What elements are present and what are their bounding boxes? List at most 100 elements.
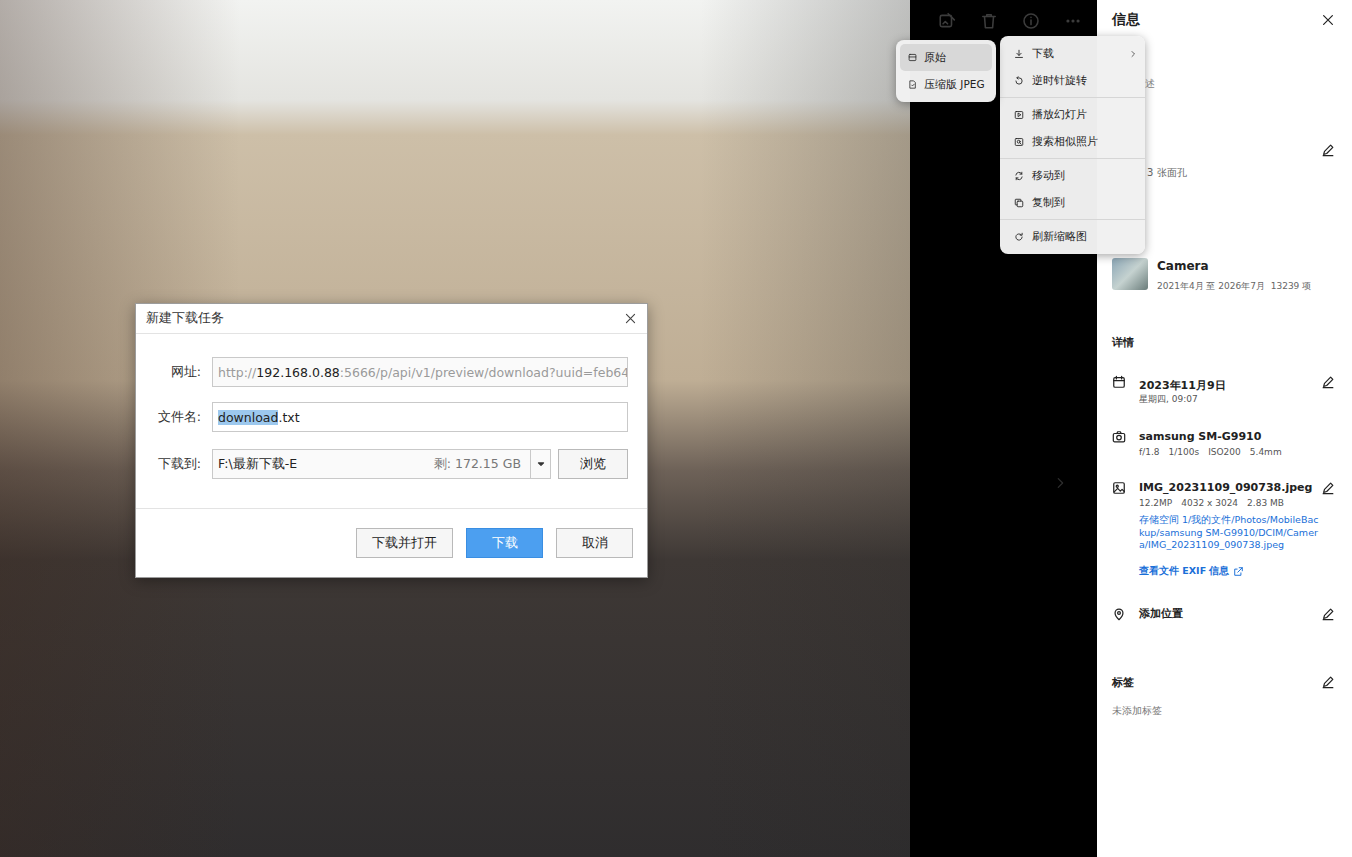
close-icon[interactable]	[1321, 13, 1335, 27]
camera-spec: f/1.8	[1139, 446, 1160, 459]
dialog-body: 网址: http://192.168.0.88:5666/p/api/v1/pre…	[136, 334, 647, 479]
copy-icon	[1014, 198, 1024, 208]
dialog-separator	[136, 508, 647, 509]
external-link-icon	[1233, 566, 1244, 577]
edit-filename-icon[interactable]	[1321, 481, 1335, 495]
file-spec: 12.2MP	[1139, 497, 1172, 510]
destination-dropdown[interactable]	[530, 450, 550, 478]
info-header: 信息	[1112, 11, 1338, 29]
refresh-icon	[1014, 232, 1024, 242]
url-host: 192.168.0.88	[256, 365, 340, 380]
filename-extension: .txt	[278, 410, 299, 425]
submenu-indicator	[1129, 76, 1137, 86]
file-spec: 2.83 MB	[1247, 497, 1284, 510]
edit-tags-icon[interactable]	[1321, 675, 1335, 689]
menu-item-label[interactable]: 逆时针旋转	[1032, 74, 1121, 88]
file-path-link[interactable]: 存储空间 1/我的文件/Photos/MobileBackup/samsung …	[1139, 514, 1318, 550]
add-location[interactable]: 添加位置	[1139, 607, 1183, 620]
dialog-button[interactable]: 取消	[556, 528, 633, 558]
info-icon[interactable]	[1022, 12, 1040, 30]
date-weekday-time: 星期四, 09:07	[1139, 394, 1198, 404]
similar-search-icon	[1014, 137, 1024, 147]
submenu-indicator	[1129, 49, 1137, 59]
menu-item[interactable]: 复制到	[1000, 189, 1145, 216]
date-value[interactable]: 2023年11月9日	[1139, 379, 1226, 392]
submenu-item-label[interactable]: 压缩版 JPEG	[924, 78, 985, 92]
edit-date-icon[interactable]	[1321, 375, 1335, 389]
submenu-indicator	[1129, 232, 1137, 242]
submenu-arrow-icon	[1129, 49, 1137, 59]
file-name: IMG_20231109_090738.jpeg	[1139, 481, 1312, 494]
filename-field[interactable]: download.txt	[212, 402, 628, 432]
menu-item[interactable]: 下载	[1000, 40, 1145, 67]
submenu-indicator	[1129, 110, 1137, 120]
location-icon	[1112, 607, 1126, 621]
download-icon	[1014, 49, 1024, 59]
download-submenu: 原始压缩版 JPEG	[896, 40, 996, 102]
tags-empty: 未添加标签	[1112, 705, 1162, 716]
submenu-item[interactable]: 压缩版 JPEG	[900, 71, 992, 98]
submenu-item[interactable]: 原始	[900, 44, 992, 71]
edit-faces-icon[interactable]	[1321, 143, 1335, 157]
camera-icon	[1112, 430, 1126, 444]
menu-item[interactable]: 搜索相似照片	[1000, 128, 1145, 155]
menu-separator	[1000, 158, 1145, 159]
free-space: 剩: 172.15 GB	[434, 456, 521, 473]
download-dialog: 新建下载任务网址:http://192.168.0.88:5666/p/api/…	[135, 303, 648, 578]
browse-label[interactable]: 浏览	[580, 456, 606, 473]
details-heading: 详情	[1112, 336, 1134, 349]
destination-field[interactable]: F:\最新下载-E剩: 172.15 GB	[212, 449, 551, 479]
submenu-indicator	[1129, 171, 1137, 181]
camera-spec: 1/100s	[1169, 446, 1200, 459]
dialog-close-icon[interactable]	[624, 312, 637, 325]
url-rest: :5666/p/api/v1/preview/download?uuid=feb…	[340, 365, 628, 380]
dialog-button-label[interactable]: 下载并打开	[372, 535, 437, 552]
submenu-indicator	[1129, 198, 1137, 208]
menu-item-label[interactable]: 移动到	[1032, 169, 1121, 183]
next-arrow-icon[interactable]	[1053, 472, 1067, 494]
edit-location-icon[interactable]	[1321, 607, 1335, 621]
dialog-button-label[interactable]: 取消	[582, 535, 608, 552]
filename-selection: download	[218, 410, 278, 425]
submenu-indicator	[1129, 137, 1137, 147]
more-icon[interactable]	[1064, 12, 1082, 30]
dialog-button[interactable]: 下载并打开	[356, 528, 453, 558]
menu-item[interactable]: 移动到	[1000, 162, 1145, 189]
menu-item-label[interactable]: 刷新缩略图	[1032, 230, 1121, 244]
album-row[interactable]: Camera2021年4月 至 2026年7月 13239 项	[1112, 255, 1338, 293]
exif-link[interactable]: 查看文件 EXIF 信息	[1139, 565, 1321, 578]
menu-item-label[interactable]: 复制到	[1032, 196, 1121, 210]
submenu-item-label[interactable]: 原始	[924, 51, 946, 65]
menu-item-label[interactable]: 下载	[1032, 47, 1121, 61]
menu-item-label[interactable]: 播放幻灯片	[1032, 108, 1121, 122]
exif-link-text[interactable]: 查看文件 EXIF 信息	[1139, 565, 1229, 578]
camera-spec: 5.4mm	[1250, 446, 1282, 459]
dropdown-arrow-icon	[535, 458, 547, 470]
url-prefix: http://	[218, 365, 256, 380]
detail-row: 添加位置	[1112, 606, 1338, 621]
album-thumbnail	[1112, 258, 1148, 290]
dialog-button[interactable]: 下载	[466, 528, 543, 558]
edit-image-icon[interactable]	[938, 12, 956, 30]
browse-button[interactable]: 浏览	[558, 449, 628, 479]
dialog-button-label[interactable]: 下载	[492, 535, 518, 552]
viewer-toolbar	[938, 12, 1082, 30]
url-field[interactable]: http://192.168.0.88:5666/p/api/v1/previe…	[212, 357, 628, 387]
url-label: 网址:	[136, 364, 201, 381]
camera-model: samsung SM-G9910	[1139, 430, 1261, 443]
filename-label: 文件名:	[136, 409, 201, 426]
faces-count: 3 张面孔	[1147, 167, 1187, 178]
detail-row: 2023年11月9日星期四, 09:07	[1112, 374, 1338, 406]
menu-item[interactable]: 播放幻灯片	[1000, 101, 1145, 128]
destination-label: 下载到:	[136, 456, 201, 473]
album-name: Camera	[1157, 259, 1209, 273]
menu-item[interactable]: 逆时针旋转	[1000, 67, 1145, 94]
file-spec: 4032 x 3024	[1181, 497, 1238, 510]
slideshow-icon	[1014, 110, 1024, 120]
description-fragment: 述	[1145, 78, 1155, 89]
menu-item-label[interactable]: 搜索相似照片	[1032, 135, 1121, 149]
detail-row: IMG_20231109_090738.jpeg 12.2MP 4032 x 302…	[1112, 480, 1338, 578]
menu-item[interactable]: 刷新缩略图	[1000, 223, 1145, 250]
rotate-icon	[1014, 76, 1024, 86]
delete-icon[interactable]	[980, 12, 998, 30]
